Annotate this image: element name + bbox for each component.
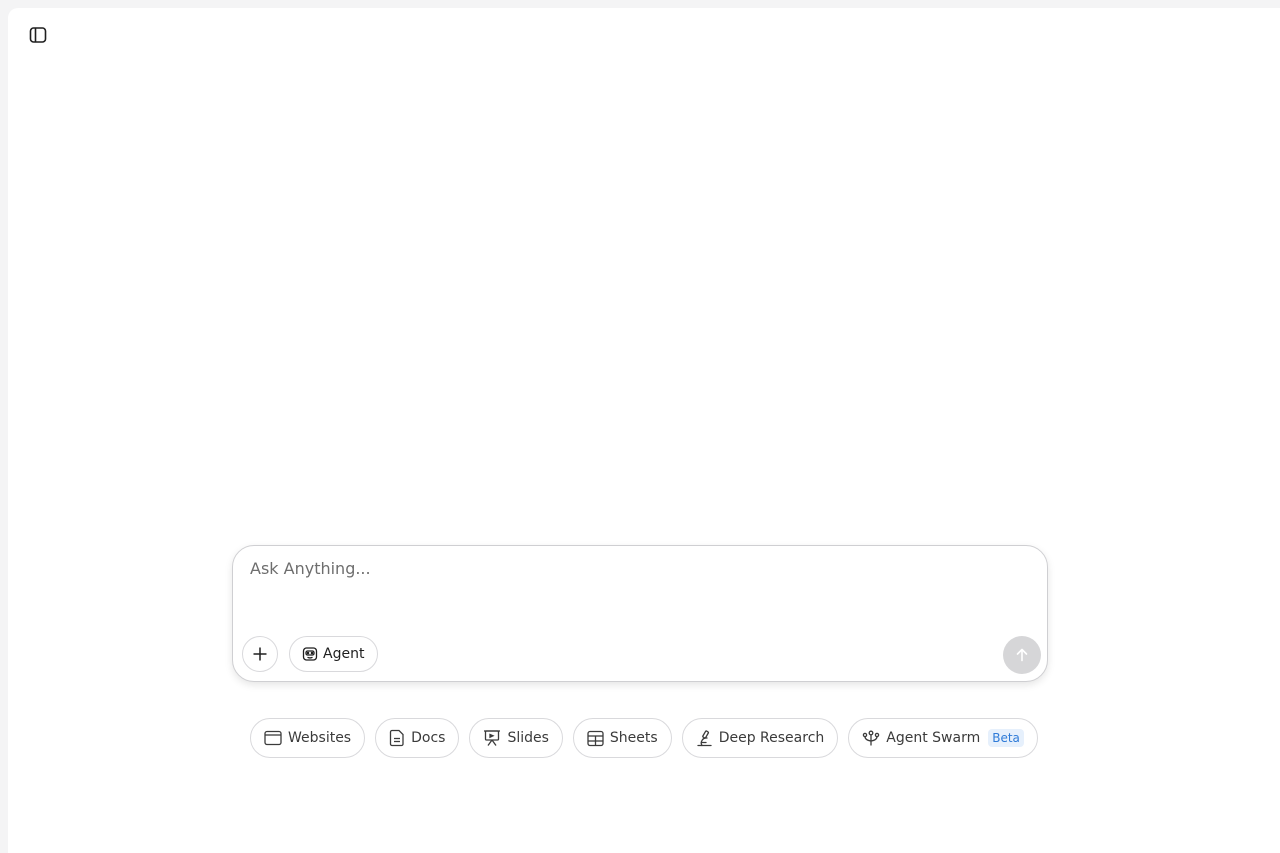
main-panel: Agent Websites Docs [8, 8, 1280, 853]
browser-window-icon [264, 730, 282, 746]
prompt-composer: Agent [232, 545, 1048, 682]
chip-deep-research[interactable]: Deep Research [681, 718, 839, 758]
arrow-up-icon [1016, 648, 1028, 662]
chip-label: Docs [411, 730, 446, 746]
chip-slides[interactable]: Slides [469, 718, 563, 758]
chip-label: Slides [507, 730, 549, 746]
chip-sheets[interactable]: Sheets [572, 718, 672, 758]
document-icon [389, 729, 404, 747]
table-icon [587, 730, 604, 746]
agent-mode-button[interactable]: Agent [289, 636, 379, 672]
chip-label: Agent Swarm [886, 730, 981, 746]
beta-badge: Beta [988, 729, 1024, 747]
robot-icon [302, 647, 318, 661]
microscope-icon [697, 729, 712, 746]
plus-icon [253, 647, 267, 661]
chip-docs[interactable]: Docs [375, 718, 460, 758]
chip-websites[interactable]: Websites [250, 718, 366, 758]
chip-label: Websites [288, 730, 352, 746]
chip-label: Deep Research [718, 730, 825, 746]
swarm-icon [863, 730, 880, 746]
agent-label: Agent [323, 646, 365, 662]
prompt-input[interactable] [250, 559, 1030, 619]
presentation-icon [484, 730, 501, 746]
send-button[interactable] [1003, 636, 1041, 674]
sidebar-toggle-button[interactable] [27, 24, 49, 46]
chip-agent-swarm[interactable]: Agent Swarm Beta [848, 718, 1038, 758]
quick-action-chips: Websites Docs Slides Sheets Deep Researc… [250, 718, 1038, 758]
chip-label: Sheets [609, 730, 658, 746]
sidebar-icon [29, 27, 47, 43]
add-attachment-button[interactable] [242, 636, 278, 672]
